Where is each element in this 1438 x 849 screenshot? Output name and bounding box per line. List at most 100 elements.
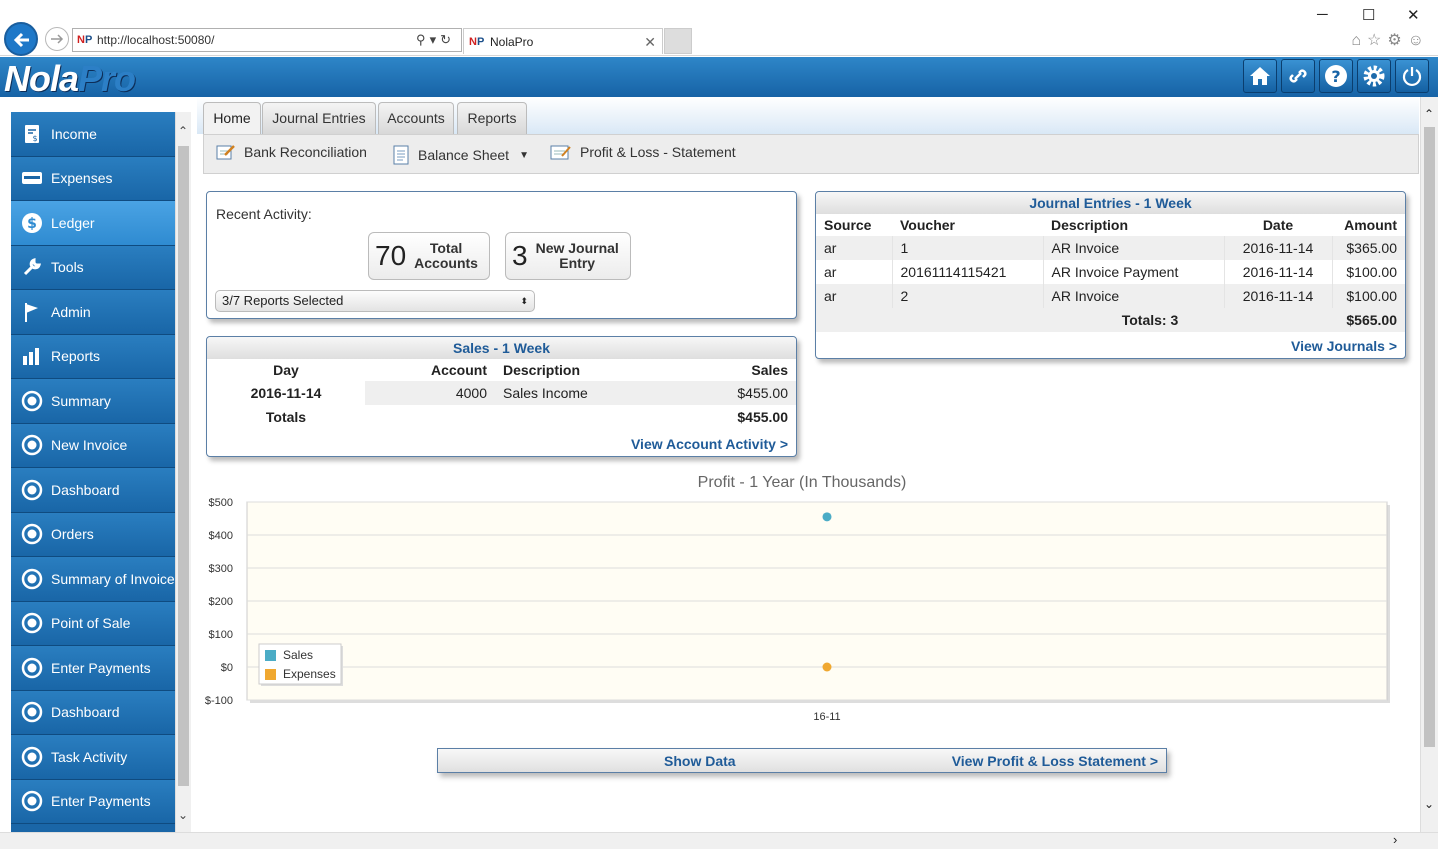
tab-journal-entries[interactable]: Journal Entries	[262, 102, 376, 134]
browser-toolbar-icons[interactable]: ⌂☆⚙☺	[1351, 30, 1430, 50]
sidebar-item-admin[interactable]: Admin	[11, 290, 175, 335]
help-button[interactable]: ?	[1319, 59, 1353, 93]
scroll-right-icon[interactable]: ›	[1393, 832, 1397, 847]
source-cell: ar	[816, 260, 893, 284]
view-journals-link[interactable]: View Journals >	[1291, 338, 1397, 354]
view-account-activity-link[interactable]: View Account Activity >	[631, 436, 788, 452]
main-scrollbar[interactable]: ⌃ ⌄	[1420, 97, 1438, 832]
reports-selected-dropdown[interactable]: 3/7 Reports Selected ⬍	[215, 290, 535, 312]
close-tab-icon[interactable]: ✕	[644, 29, 656, 55]
app-logo[interactable]: NolaPro	[4, 58, 136, 100]
sidebar-item-ledger[interactable]: $ Ledger	[11, 201, 175, 246]
column-header: Description	[503, 362, 581, 378]
sidebar-item-label: Summary of Invoices	[51, 570, 175, 587]
sidebar-item-enter-payments[interactable]: Enter Payments	[11, 779, 175, 824]
new-tab-button[interactable]	[664, 28, 692, 54]
column-header: Day	[273, 362, 299, 378]
y-tick-label: $500	[209, 497, 233, 509]
circle-icon	[21, 612, 43, 634]
sidebar-item-dashboard[interactable]: Dashboard	[11, 690, 175, 735]
gear-icon	[1363, 65, 1385, 87]
sidebar-item-task-activity[interactable]: Task Activity	[11, 735, 175, 780]
power-icon	[1402, 67, 1422, 87]
wrench-icon	[21, 256, 43, 278]
sidebar-item-point-of-sale[interactable]: Point of Sale	[11, 601, 175, 646]
sales-table: Day Account Description Sales 2016-11-14 4000…	[207, 359, 796, 429]
browser-tab[interactable]: NP NolaPro ✕	[463, 28, 663, 54]
link-button[interactable]	[1281, 59, 1315, 93]
journal-entries-table: Source Voucher Description Date Amount ar 1 AR …	[816, 214, 1405, 332]
recent-activity-panel: Recent Activity: 70 Total Accounts 3 New …	[206, 191, 797, 319]
maximize-button[interactable]: ☐	[1362, 6, 1375, 24]
flag-icon	[21, 301, 43, 323]
sales-cell: $455.00	[676, 381, 796, 405]
new-journal-card[interactable]: 3 New Journal Entry	[505, 232, 631, 280]
forward-button[interactable]	[45, 27, 69, 51]
empty-cell	[365, 405, 495, 429]
sidebar-item-dashboard[interactable]: Dashboard	[11, 468, 175, 513]
legend-swatch-expenses	[265, 669, 276, 680]
sidebar-item-new-invoice[interactable]: New Invoice	[11, 423, 175, 468]
data-point-sales[interactable]	[822, 512, 832, 522]
forward-arrow-icon	[51, 34, 64, 44]
dropdown-caret-icon: ▼	[519, 149, 529, 161]
close-window-button[interactable]: ✕	[1407, 6, 1420, 24]
circle-icon	[21, 434, 43, 456]
table-row: ar 1 AR Invoice 2016-11-14 $365.00	[816, 236, 1405, 260]
address-controls-icon[interactable]: ⚲▾↻	[416, 29, 455, 51]
account-cell: 4000	[365, 381, 495, 405]
minimize-button[interactable]: ─	[1317, 6, 1328, 23]
data-point-expenses[interactable]	[822, 662, 832, 672]
sidebar-item-reports[interactable]: Reports	[11, 334, 175, 379]
sidebar-scroll-thumb[interactable]	[178, 146, 189, 786]
profit-chart: $500 $400 $300 $200 $100 $0 $-100 16-11 Sales Exp…	[205, 497, 1390, 723]
table-row: ar 20161114115421 AR Invoice Payment 2016-1…	[816, 260, 1405, 284]
circle-icon	[21, 746, 43, 768]
sidebar-item-income[interactable]: $ Income	[11, 112, 175, 157]
sidebar-item-expenses[interactable]: Expenses	[11, 156, 175, 201]
y-tick-label: $300	[209, 563, 233, 575]
sidebar-scrollbar[interactable]: ⌃ ⌄	[175, 112, 191, 836]
date-cell: 2016-11-14	[1224, 236, 1333, 260]
show-data-button[interactable]: Show Data	[664, 753, 736, 769]
sidebar-item-summary[interactable]: Summary	[11, 379, 175, 424]
date-cell: 2016-11-14	[1224, 260, 1333, 284]
legend-label-expenses: Expenses	[283, 667, 336, 681]
select-arrows-icon: ⬍	[520, 296, 528, 306]
sidebar-item-label: Reports	[51, 348, 101, 365]
tab-accounts[interactable]: Accounts	[378, 102, 454, 134]
chevron-down-icon[interactable]: ⌄	[178, 808, 188, 822]
scroll-down-icon[interactable]: ⌄	[1424, 797, 1434, 811]
ledger-icon: $	[21, 212, 43, 234]
bank-reconciliation-button[interactable]: Bank Reconciliation	[216, 143, 367, 161]
scroll-up-icon[interactable]: ⌃	[1424, 107, 1434, 121]
sidebar-item-label: Task Activity	[51, 748, 128, 765]
back-button[interactable]	[4, 22, 38, 56]
total-accounts-card[interactable]: 70 Total Accounts	[368, 232, 490, 280]
balance-sheet-dropdown[interactable]: Balance Sheet ▼	[392, 145, 529, 165]
main-scroll-thumb[interactable]	[1424, 127, 1435, 747]
tab-favicon-icon: NP	[469, 36, 485, 48]
tab-home[interactable]: Home	[203, 102, 261, 134]
tab-reports[interactable]: Reports	[457, 102, 527, 134]
chevron-up-icon[interactable]: ⌃	[178, 124, 188, 138]
profit-loss-button[interactable]: Profit & Loss - Statement	[550, 143, 736, 161]
column-header: Amount	[1344, 217, 1397, 233]
sidebar-item-orders[interactable]: Orders	[11, 512, 175, 557]
back-arrow-icon	[13, 32, 29, 48]
sidebar-item-enter-payments[interactable]: Enter Payments	[11, 646, 175, 691]
app-header	[0, 57, 1438, 97]
logout-button[interactable]	[1395, 59, 1429, 93]
home-button[interactable]	[1243, 59, 1277, 93]
address-bar[interactable]: NP http://localhost:50080/ ⚲▾↻	[72, 28, 462, 52]
recent-activity-label: Recent Activity:	[216, 206, 312, 222]
settings-button[interactable]	[1357, 59, 1391, 93]
sidebar-item-label: Ledger	[51, 214, 95, 231]
horizontal-scrollbar[interactable]: ›	[0, 832, 1438, 849]
sidebar-item-tools[interactable]: Tools	[11, 245, 175, 290]
profit-loss-label: Profit & Loss - Statement	[580, 144, 736, 160]
description-cell: AR Invoice	[1043, 236, 1225, 260]
totals-row: Totals: 3 $565.00	[816, 308, 1405, 332]
sidebar-item-summary-of-invoices[interactable]: Summary of Invoices	[11, 557, 175, 602]
view-profit-loss-link[interactable]: View Profit & Loss Statement >	[952, 753, 1158, 769]
